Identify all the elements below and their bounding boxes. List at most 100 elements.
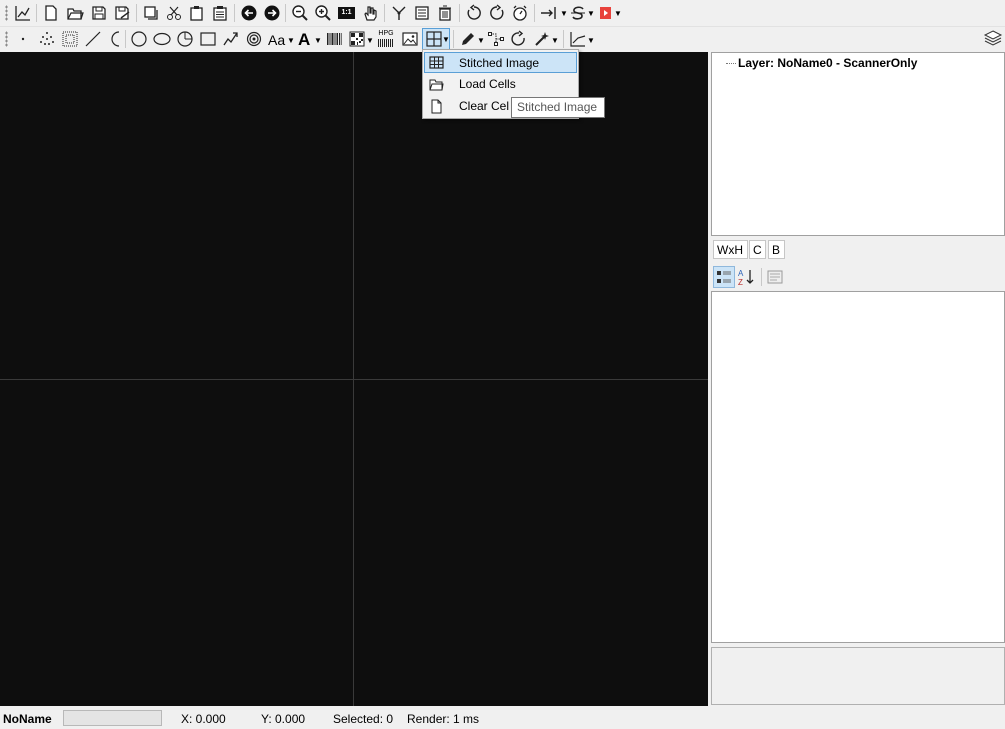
paste-icon[interactable] [188,4,206,22]
pen-icon[interactable] [459,30,477,48]
status-selected-count: Selected: 0 [333,712,394,726]
toolbar-separator [459,4,460,22]
qr-code-icon[interactable] [348,30,366,48]
zoom-1to1-icon[interactable]: 1:1 [338,7,355,19]
toolbar-separator [125,30,126,48]
new-file-icon[interactable] [42,4,60,22]
arc-icon[interactable] [107,30,125,48]
point-icon[interactable] [14,30,32,48]
chevron-down-icon[interactable]: ▼ [587,9,595,18]
toolbar-separator [453,30,454,48]
save-as-icon[interactable] [113,4,131,22]
select-node-icon[interactable] [390,4,408,22]
chevron-down-icon[interactable]: ▼ [560,9,568,18]
tooltip: Stitched Image [511,97,605,118]
chevron-down-icon[interactable]: ▼ [366,36,374,45]
pan-hand-icon[interactable] [361,4,379,22]
align-icon[interactable] [540,4,560,22]
blank-page-icon [431,99,442,114]
chevron-down-icon[interactable]: ▼ [614,9,622,18]
chevron-down-icon[interactable]: ▼ [314,36,322,45]
status-y-coordinate: Y: 0.000 [261,712,306,726]
property-description [711,647,1005,705]
toolbar-separator [136,4,137,22]
main-toolbar: 1:1 ▼ ▼ ▼ [0,0,1005,27]
graph-icon[interactable] [569,30,587,48]
open-folder-icon[interactable] [66,4,84,22]
layer-tree-panel[interactable]: Layer: NoName0 - ScannerOnly [711,52,1005,236]
toolbar-separator [36,4,37,22]
bold-text-icon[interactable]: A [298,30,312,49]
chevron-down-icon[interactable]: ▼ [477,36,485,45]
redo-arrow-icon[interactable] [263,4,281,22]
layer-node-label: Layer: NoName0 - ScannerOnly [738,56,918,70]
rotate-icon[interactable] [510,30,528,48]
layer-tree-node[interactable]: Layer: NoName0 - ScannerOnly [726,56,917,70]
undo-arrow-icon[interactable] [240,4,258,22]
line-icon[interactable] [84,30,102,48]
toolbar-grip[interactable] [5,5,8,21]
status-progress-box [63,710,162,726]
rotate-cw-icon[interactable] [488,4,506,22]
hpgl-bars [378,39,394,47]
s-path-icon[interactable] [569,4,587,22]
clipboard-icon[interactable] [211,4,229,22]
tree-connector [726,63,736,65]
spiral-icon[interactable] [222,30,240,48]
toolbar-separator [285,4,286,22]
categorized-button[interactable] [713,266,735,288]
status-render-time: Render: 1 ms [407,712,480,726]
categorized-icon [717,271,731,283]
wand-icon[interactable] [533,30,551,48]
timer-icon[interactable] [511,4,529,22]
rotate-ccw-icon[interactable] [465,4,483,22]
status-bar: NoName X: 0.000 Y: 0.000 Selected: 0 Ren… [0,708,1005,729]
list-icon[interactable] [413,4,431,22]
chevron-down-icon[interactable]: ▼ [551,36,559,45]
chevron-down-icon[interactable]: ▼ [287,36,295,45]
drawing-canvas[interactable] [0,52,708,706]
chart-icon[interactable] [14,4,32,22]
scatter-points-icon[interactable] [38,30,56,48]
dot-grid-icon[interactable] [61,30,79,48]
node-edit-icon[interactable] [487,30,505,48]
ellipse-icon[interactable] [153,30,171,48]
folder-icon [429,79,444,91]
menu-item-stitched-image[interactable]: Stitched Image [424,52,577,73]
property-pages-icon[interactable] [767,269,783,285]
image-icon[interactable] [401,30,419,48]
chevron-down-icon[interactable]: ▼ [587,36,595,45]
hpgl-icon[interactable]: HPG [376,30,396,48]
tab-c[interactable]: C [749,240,766,259]
concentric-circles-icon[interactable] [245,30,263,48]
property-grid[interactable] [711,291,1005,643]
zoom-out-icon[interactable] [291,4,309,22]
menu-item-load-cells[interactable]: Load Cells [424,74,577,95]
grid-icon [429,56,444,69]
copy-icon[interactable] [142,4,160,22]
toolbar-separator [234,4,235,22]
toolbar-grip[interactable] [5,31,8,47]
grid-cells-button[interactable]: ▼ [422,28,450,50]
menu-item-label: Clear Cel [459,99,510,113]
hpgl-label: HPG [378,30,394,37]
zoom-in-icon[interactable] [314,4,332,22]
tab-b[interactable]: B [768,240,785,259]
layers-icon[interactable] [983,29,1003,49]
sort-alphabetical-icon[interactable]: AZ [737,268,755,286]
tab-wxh[interactable]: WxH [713,240,748,259]
save-icon[interactable] [90,4,108,22]
circle-icon[interactable] [130,30,148,48]
status-x-coordinate: X: 0.000 [181,712,226,726]
rectangle-icon[interactable] [199,30,217,48]
status-document-name: NoName [3,712,52,726]
toolbar-separator [534,4,535,22]
text-font-icon[interactable]: Aa [268,32,288,50]
menu-item-label: Stitched Image [459,56,540,70]
canvas-axis-horizontal [0,379,708,380]
circle-arc-icon[interactable] [176,30,194,48]
cut-icon[interactable] [165,4,183,22]
chevron-down-icon[interactable]: ▼ [442,35,450,44]
barcode-icon[interactable] [325,30,343,48]
delete-icon[interactable] [436,4,454,22]
